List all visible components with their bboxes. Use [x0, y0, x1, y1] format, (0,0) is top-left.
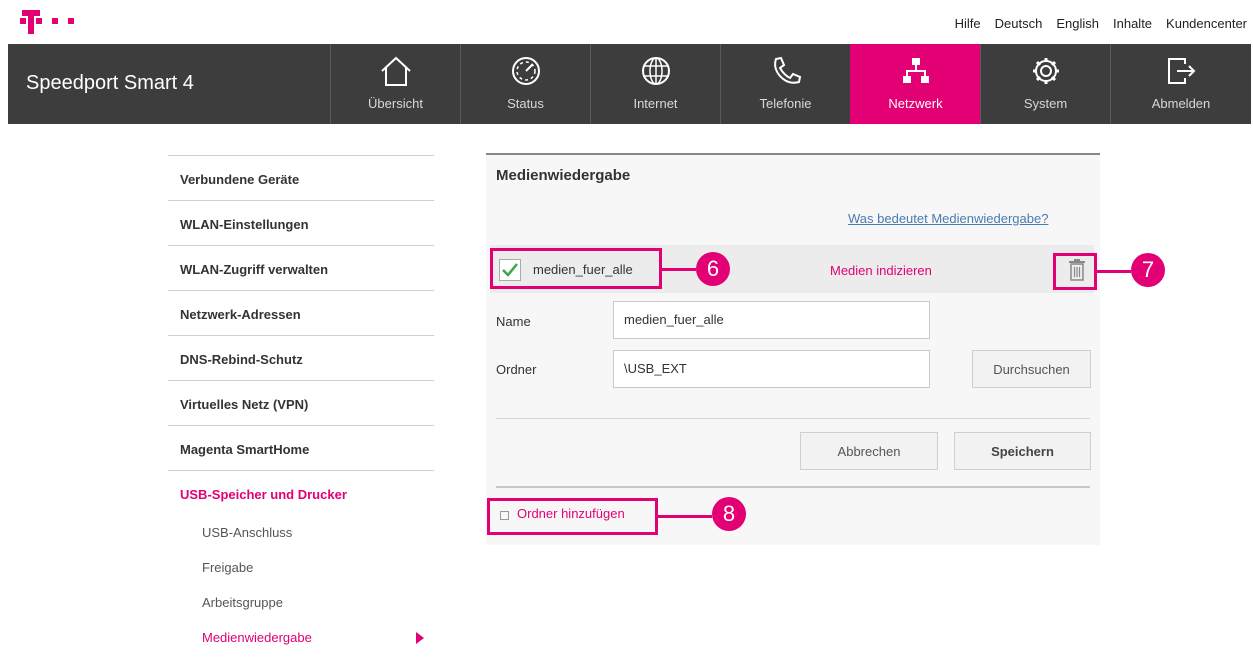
top-link-contents[interactable]: Inhalte: [1113, 16, 1152, 31]
nav-internet[interactable]: Internet: [590, 44, 720, 124]
callout-connector: [658, 515, 712, 518]
sidebar-item-smarthome[interactable]: Magenta SmartHome: [168, 425, 434, 470]
top-link-german[interactable]: Deutsch: [995, 16, 1043, 31]
nav-logout[interactable]: Abmelden: [1110, 44, 1251, 124]
callout-badge-6: 6: [696, 252, 730, 286]
home-icon: [380, 56, 411, 86]
sidebar-subitem-usb-port[interactable]: USB-Anschluss: [168, 515, 434, 550]
nav-label: Status: [507, 96, 544, 111]
name-input[interactable]: medien_fuer_alle: [613, 301, 930, 339]
sidebar-item-wlan-access[interactable]: WLAN-Zugriff verwalten: [168, 245, 434, 290]
nav-system[interactable]: System: [980, 44, 1110, 124]
sidebar: Verbundene Geräte WLAN-Einstellungen WLA…: [168, 155, 434, 655]
cancel-button[interactable]: Abbrechen: [800, 432, 938, 470]
sidebar-item-connected-devices[interactable]: Verbundene Geräte: [168, 155, 434, 200]
folder-input[interactable]: \USB_EXT: [613, 350, 930, 388]
logout-icon: [1168, 58, 1196, 84]
callout-frame-8: [487, 498, 658, 535]
save-button[interactable]: Speichern: [954, 432, 1091, 470]
chevron-right-icon: [416, 632, 424, 644]
nav-status[interactable]: Status: [460, 44, 590, 124]
browse-button[interactable]: Durchsuchen: [972, 350, 1091, 388]
help-link[interactable]: Was bedeutet Medienwiedergabe?: [848, 211, 1048, 226]
callout-badge-8: 8: [712, 497, 746, 531]
gear-icon: [1032, 58, 1059, 84]
name-label: Name: [496, 314, 531, 329]
callout-frame-7: [1053, 253, 1097, 290]
top-link-help[interactable]: Hilfe: [955, 16, 981, 31]
sidebar-item-usb[interactable]: USB-Speicher und Drucker: [168, 470, 434, 515]
callout-connector: [1097, 270, 1131, 273]
globe-icon: [641, 57, 670, 85]
divider: [496, 486, 1090, 488]
sidebar-item-wlan-settings[interactable]: WLAN-Einstellungen: [168, 200, 434, 245]
sidebar-subitem-sharing[interactable]: Freigabe: [168, 550, 434, 585]
sidebar-item-network-addresses[interactable]: Netzwerk-Adressen: [168, 290, 434, 335]
nav-label: System: [1023, 96, 1068, 111]
nav-network[interactable]: Netzwerk: [850, 44, 980, 124]
index-media-link[interactable]: Medien indizieren: [830, 263, 932, 278]
callout-badge-7: 7: [1131, 253, 1165, 287]
telekom-logo: [20, 10, 74, 34]
divider: [496, 418, 1090, 419]
nav-label: Übersicht: [368, 96, 423, 111]
product-name: Speedport Smart 4: [26, 72, 194, 94]
nav-label: Netzwerk: [888, 96, 943, 111]
nav-label: Abmelden: [1151, 96, 1211, 111]
sidebar-subitem-label: Medienwiedergabe: [202, 630, 312, 645]
top-links: Hilfe Deutsch English Inhalte Kundencent…: [941, 16, 1247, 31]
nav-telephony[interactable]: Telefonie: [720, 44, 850, 124]
callout-frame-6: [490, 248, 662, 289]
gauge-icon: [511, 57, 540, 85]
phone-icon: [773, 56, 801, 84]
nav-label: Internet: [633, 96, 678, 111]
nav-label: Telefonie: [759, 96, 812, 111]
sidebar-subitem-media-playback[interactable]: Medienwiedergabe: [168, 620, 434, 655]
top-link-english[interactable]: English: [1056, 16, 1099, 31]
page-title: Medienwiedergabe: [496, 167, 631, 184]
sidebar-subitem-workgroup[interactable]: Arbeitsgruppe: [168, 585, 434, 620]
callout-connector: [662, 268, 696, 271]
sidebar-item-dns-rebind[interactable]: DNS-Rebind-Schutz: [168, 335, 434, 380]
network-icon: [902, 58, 929, 83]
sidebar-item-vpn[interactable]: Virtuelles Netz (VPN): [168, 380, 434, 425]
main-navigation: Speedport Smart 4 Übersicht Status Inter…: [8, 44, 1251, 124]
nav-overview[interactable]: Übersicht: [330, 44, 460, 124]
top-link-customer-center[interactable]: Kundencenter: [1166, 16, 1247, 31]
folder-label: Ordner: [496, 362, 537, 377]
